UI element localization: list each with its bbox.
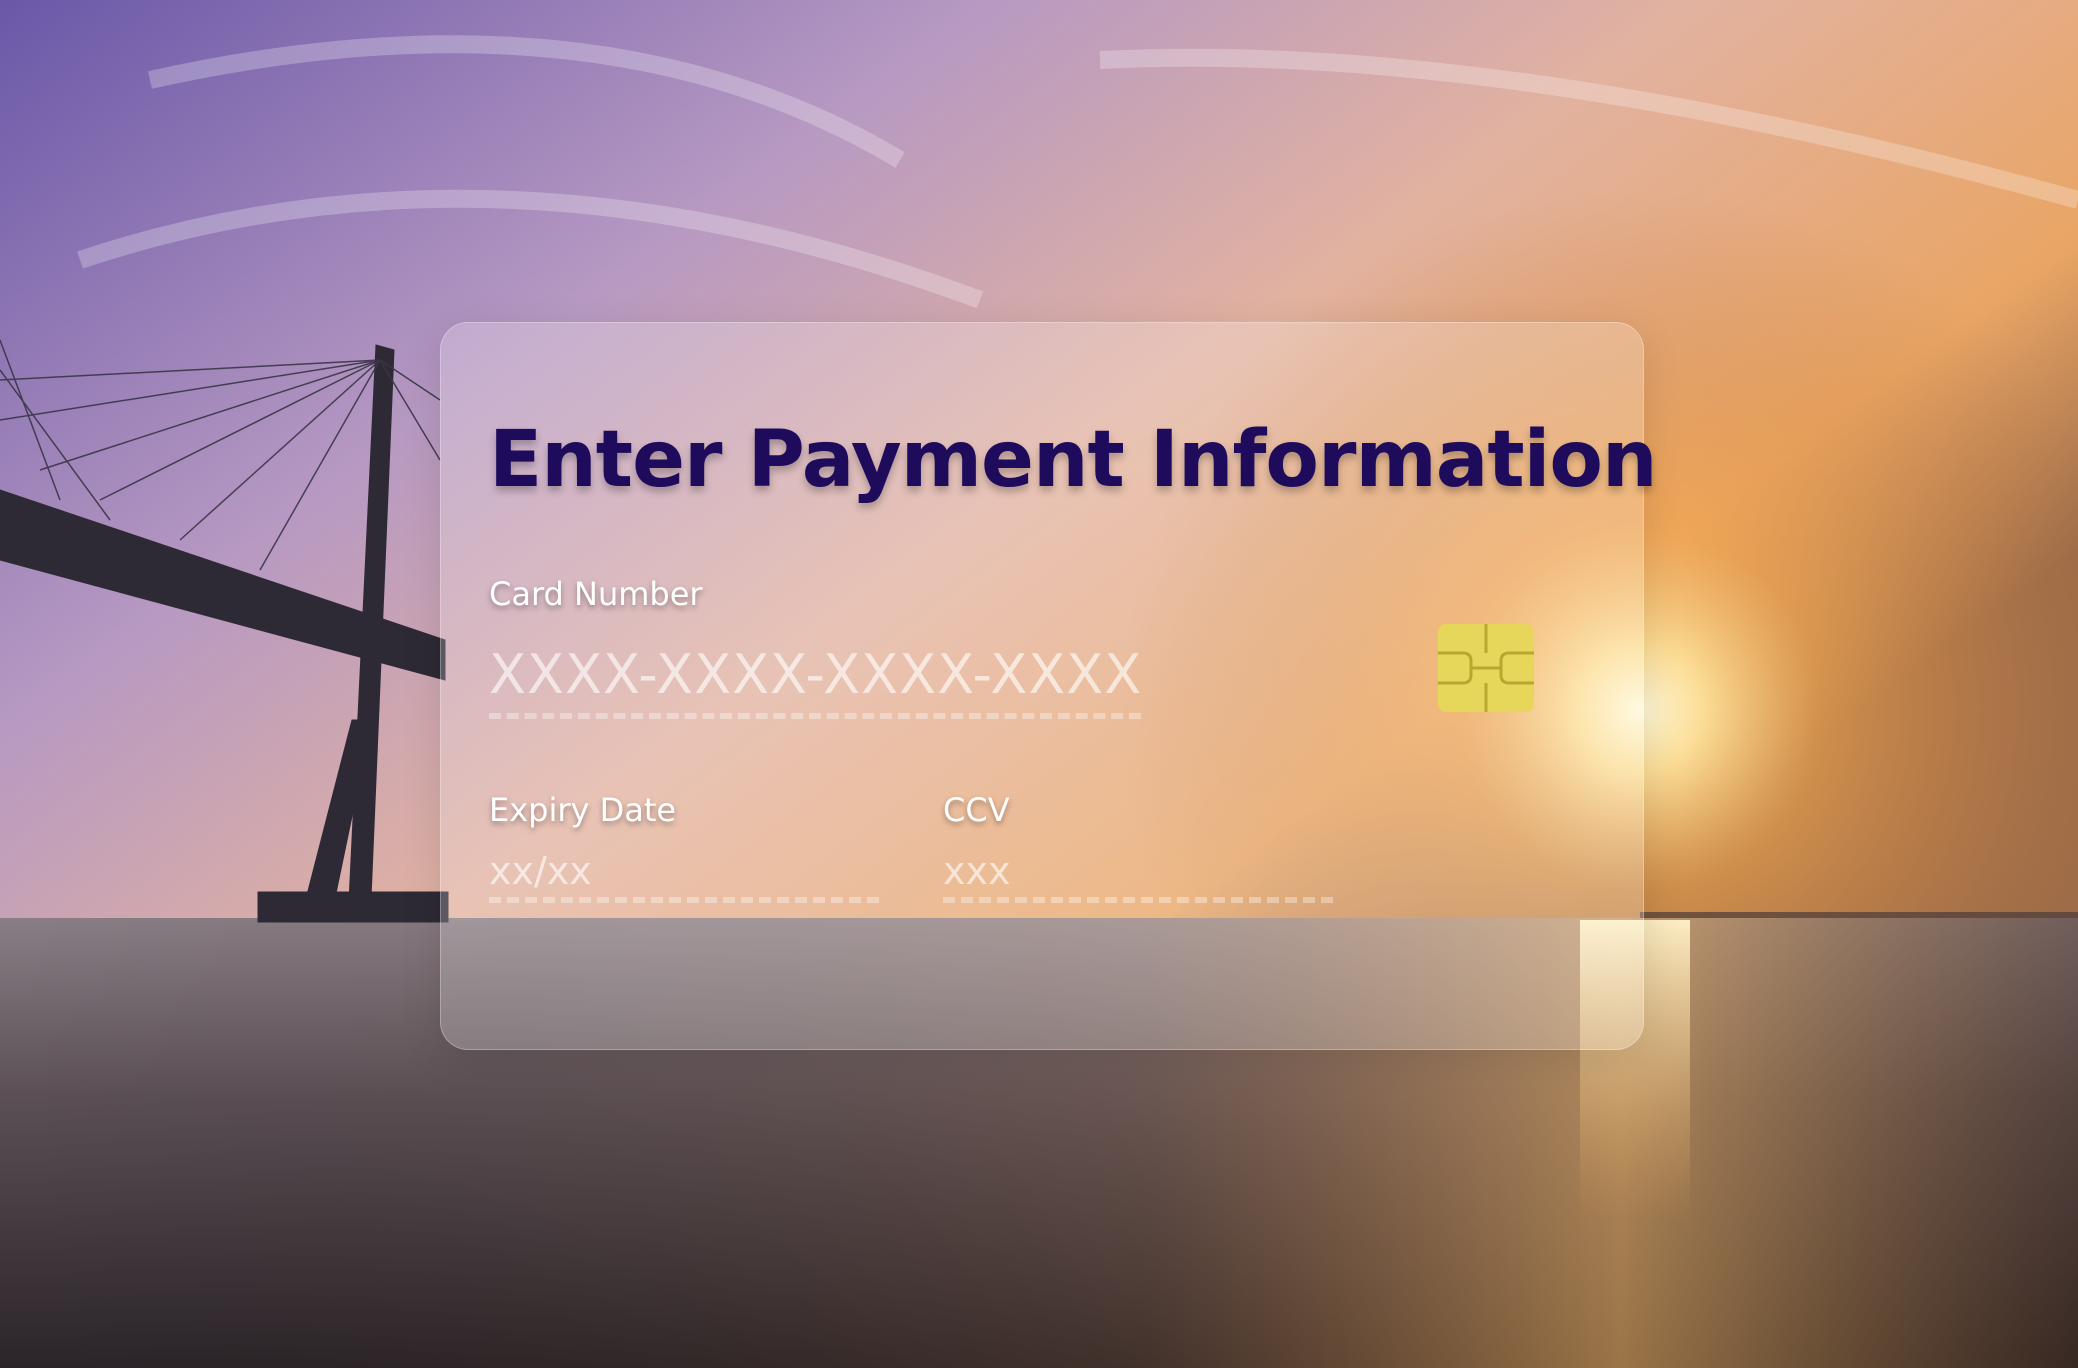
page-title: Enter Payment Information xyxy=(489,415,1658,505)
ccv-input[interactable] xyxy=(943,845,1333,903)
expiry-date-label: Expiry Date xyxy=(489,791,677,829)
background-photo: Enter Payment Information Card Number Ex… xyxy=(0,0,2078,1368)
card-number-label: Card Number xyxy=(489,575,703,613)
card-number-input[interactable] xyxy=(489,635,1141,719)
expiry-date-input[interactable] xyxy=(489,845,879,903)
ccv-label: CCV xyxy=(943,791,1010,829)
payment-card: Enter Payment Information Card Number Ex… xyxy=(440,322,1658,1050)
card-chip-icon xyxy=(1438,624,1534,712)
